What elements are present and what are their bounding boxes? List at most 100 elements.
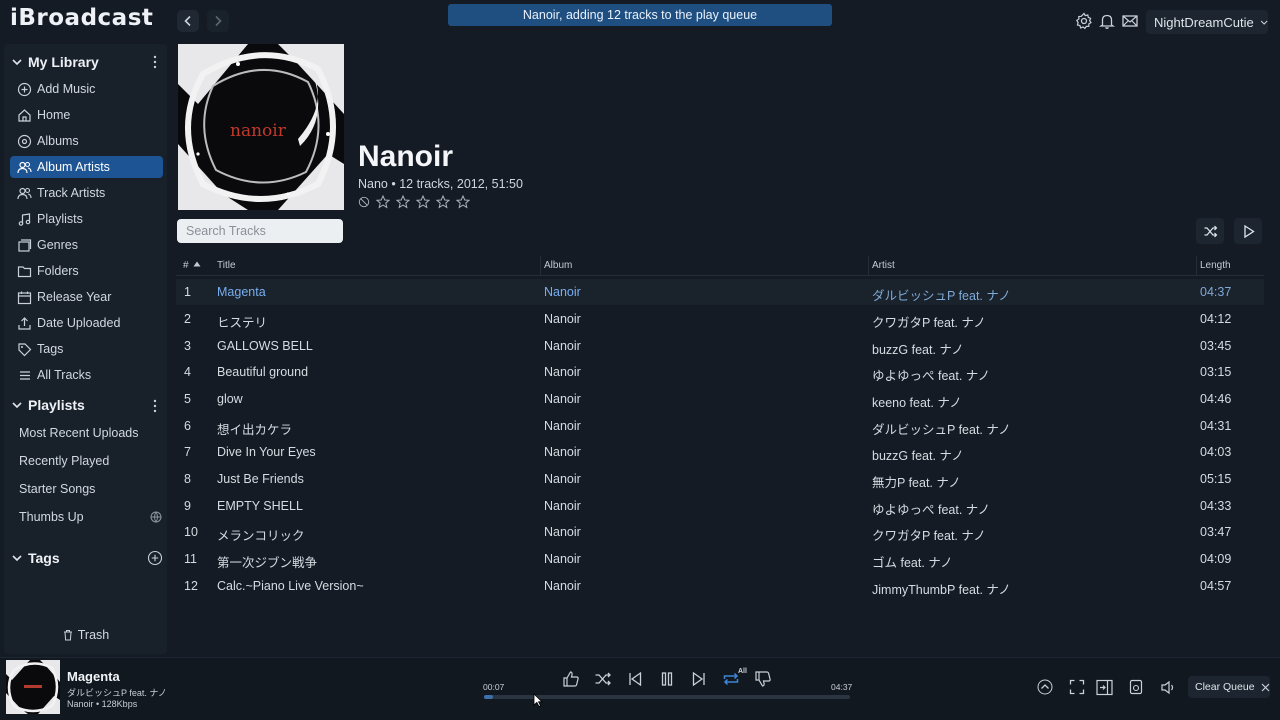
album-cover[interactable]: nanoir bbox=[178, 44, 344, 210]
star-icon[interactable] bbox=[436, 195, 450, 209]
track-title[interactable]: Magenta bbox=[217, 285, 266, 299]
my-library-header[interactable]: My Library bbox=[12, 52, 99, 72]
column-divider[interactable] bbox=[1196, 256, 1197, 276]
next-button[interactable] bbox=[690, 670, 708, 688]
playlist-item[interactable]: Recently Played bbox=[19, 454, 109, 472]
playlists-more-button[interactable] bbox=[149, 399, 161, 413]
playlist-item[interactable]: Starter Songs bbox=[19, 482, 95, 500]
track-album[interactable]: Nanoir bbox=[544, 552, 581, 566]
volume-button[interactable] bbox=[1160, 679, 1177, 696]
track-title[interactable]: GALLOWS BELL bbox=[217, 339, 313, 353]
playlist-item[interactable]: Thumbs Up bbox=[19, 510, 84, 528]
track-row[interactable]: 11 第一次ジブン戦争 Nanoir ゴム feat. ナノ 04:09 bbox=[176, 546, 1264, 572]
previous-button[interactable] bbox=[626, 670, 644, 688]
sidebar-item-release-year[interactable]: Release Year bbox=[10, 286, 163, 308]
star-icon[interactable] bbox=[456, 195, 470, 209]
track-row[interactable]: 1 Magenta Nanoir ダルビッシュP feat. ナノ 04:37 bbox=[176, 279, 1264, 305]
track-artist[interactable]: ゆよゆっぺ feat. ナノ bbox=[872, 499, 990, 518]
track-title[interactable]: 第一次ジブン戦争 bbox=[217, 552, 317, 571]
search-tracks-input[interactable] bbox=[177, 219, 343, 243]
track-artist[interactable]: buzzG feat. ナノ bbox=[872, 445, 964, 464]
pause-button[interactable] bbox=[658, 670, 676, 688]
shuffle-album-button[interactable] bbox=[1196, 218, 1224, 244]
sidebar-item-genres[interactable]: Genres bbox=[10, 234, 163, 256]
track-album[interactable]: Nanoir bbox=[544, 472, 581, 486]
track-title[interactable]: glow bbox=[217, 392, 243, 406]
track-title[interactable]: Just Be Friends bbox=[217, 472, 304, 486]
track-title[interactable]: Dive In Your Eyes bbox=[217, 445, 316, 459]
track-row[interactable]: 5 glow Nanoir keeno feat. ナノ 04:46 bbox=[176, 386, 1264, 412]
sidebar-item-tags[interactable]: Tags bbox=[10, 338, 163, 360]
track-title[interactable]: Beautiful ground bbox=[217, 365, 308, 379]
track-album[interactable]: Nanoir bbox=[544, 285, 581, 299]
app-logo[interactable]: iBroadcast bbox=[10, 5, 153, 31]
star-icon[interactable] bbox=[396, 195, 410, 209]
sidebar-item-albums[interactable]: Albums bbox=[10, 130, 163, 152]
track-title[interactable]: 想イ出カケラ bbox=[217, 419, 292, 438]
track-album[interactable]: Nanoir bbox=[544, 312, 581, 326]
thumbs-down-button[interactable] bbox=[754, 670, 772, 688]
no-rating-icon[interactable] bbox=[358, 196, 370, 208]
forward-button[interactable] bbox=[207, 10, 229, 32]
sidebar-item-album-artists[interactable]: Album Artists bbox=[10, 156, 163, 178]
track-artist[interactable]: ダルビッシュP feat. ナノ bbox=[872, 285, 1011, 304]
track-artist[interactable]: buzzG feat. ナノ bbox=[872, 339, 964, 358]
library-more-button[interactable] bbox=[149, 55, 161, 69]
track-artist[interactable]: 無力P feat. ナノ bbox=[872, 472, 961, 491]
play-album-button[interactable] bbox=[1234, 218, 1262, 244]
track-album[interactable]: Nanoir bbox=[544, 579, 581, 593]
notifications-button[interactable] bbox=[1098, 12, 1116, 30]
sidebar-item-home[interactable]: Home bbox=[10, 104, 163, 126]
track-artist[interactable]: JimmyThumbP feat. ナノ bbox=[872, 579, 1011, 598]
now-playing-artist[interactable]: ダルビッシュP feat. ナノ bbox=[67, 686, 167, 699]
playlists-header[interactable]: Playlists bbox=[12, 395, 85, 415]
track-artist[interactable]: ゆよゆっぺ feat. ナノ bbox=[872, 365, 990, 384]
track-artist[interactable]: クワガタP feat. ナノ bbox=[872, 525, 986, 544]
track-row[interactable]: 2 ヒステリ Nanoir クワガタP feat. ナノ 04:12 bbox=[176, 306, 1264, 332]
track-artist[interactable]: ダルビッシュP feat. ナノ bbox=[872, 419, 1011, 438]
column-header-length[interactable]: Length bbox=[1200, 260, 1231, 271]
messages-button[interactable] bbox=[1121, 12, 1139, 30]
track-row[interactable]: 10 メランコリック Nanoir クワガタP feat. ナノ 03:47 bbox=[176, 519, 1264, 545]
fullscreen-button[interactable] bbox=[1069, 679, 1085, 695]
track-artist[interactable]: ゴム feat. ナノ bbox=[872, 552, 953, 571]
track-row[interactable]: 8 Just Be Friends Nanoir 無力P feat. ナノ 05… bbox=[176, 466, 1264, 492]
track-row[interactable]: 12 Calc.~Piano Live Version~ Nanoir Jimm… bbox=[176, 573, 1264, 599]
column-header-artist[interactable]: Artist bbox=[872, 260, 895, 271]
track-row[interactable]: 7 Dive In Your Eyes Nanoir buzzG feat. ナ… bbox=[176, 439, 1264, 465]
track-album[interactable]: Nanoir bbox=[544, 419, 581, 433]
track-title[interactable]: ヒステリ bbox=[217, 312, 267, 331]
column-header-title[interactable]: Title bbox=[217, 260, 236, 271]
now-playing-cover[interactable] bbox=[6, 660, 60, 714]
sidebar-item-all-tracks[interactable]: All Tracks bbox=[10, 364, 163, 386]
track-album[interactable]: Nanoir bbox=[544, 365, 581, 379]
track-title[interactable]: Calc.~Piano Live Version~ bbox=[217, 579, 364, 593]
track-album[interactable]: Nanoir bbox=[544, 339, 581, 353]
now-playing-title[interactable]: Magenta bbox=[67, 669, 120, 684]
sidebar-item-playlists[interactable]: Playlists bbox=[10, 208, 163, 230]
column-divider[interactable] bbox=[868, 256, 869, 276]
star-icon[interactable] bbox=[416, 195, 430, 209]
tags-header[interactable]: Tags bbox=[12, 548, 60, 568]
track-artist[interactable]: クワガタP feat. ナノ bbox=[872, 312, 986, 331]
sidebar-item-add-music[interactable]: Add Music bbox=[10, 78, 163, 100]
track-row[interactable]: 4 Beautiful ground Nanoir ゆよゆっぺ feat. ナノ… bbox=[176, 359, 1264, 385]
trash-link[interactable]: Trash bbox=[4, 628, 167, 642]
column-header-number[interactable]: # bbox=[183, 260, 201, 271]
track-album[interactable]: Nanoir bbox=[544, 445, 581, 459]
track-album[interactable]: Nanoir bbox=[544, 499, 581, 513]
album-rating[interactable] bbox=[358, 195, 470, 209]
track-artist[interactable]: keeno feat. ナノ bbox=[872, 392, 962, 411]
sidebar-item-folders[interactable]: Folders bbox=[10, 260, 163, 282]
back-button[interactable] bbox=[177, 10, 199, 32]
track-title[interactable]: EMPTY SHELL bbox=[217, 499, 303, 513]
track-album[interactable]: Nanoir bbox=[544, 525, 581, 539]
queue-panel-button[interactable] bbox=[1096, 679, 1113, 696]
track-album[interactable]: Nanoir bbox=[544, 392, 581, 406]
settings-button[interactable] bbox=[1075, 12, 1093, 30]
column-header-album[interactable]: Album bbox=[544, 260, 572, 271]
user-menu-button[interactable]: NightDreamCutie bbox=[1146, 10, 1268, 34]
column-divider[interactable] bbox=[540, 256, 541, 276]
clear-queue-button[interactable]: Clear Queue bbox=[1188, 676, 1270, 698]
playlist-item[interactable]: Most Recent Uploads bbox=[19, 426, 139, 444]
